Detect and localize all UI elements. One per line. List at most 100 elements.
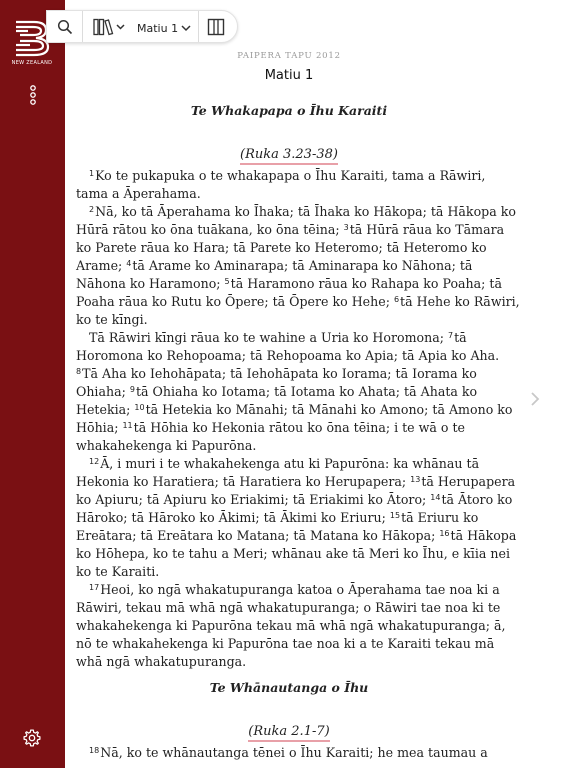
text-line: Ereātara; tā Ereātara ko Matana; tā Mata… [76,527,516,545]
verse-paragraph: 1Ko te pukapuka o te whakapapa o Īhu Kar… [76,167,502,203]
text-line: 2Nā, ko tā Āperahama ko Īhaka; tā Īhaka … [76,203,516,221]
verse-text: tā Ohiaha ko Iotama; tā Iotama ko Ahata;… [135,384,478,399]
verse-number[interactable]: 13 [410,475,420,484]
verse-paragraph: 17Heoi, ko ngā whakatupuranga katoa o Āp… [76,581,506,671]
verse-number[interactable]: 18 [89,746,99,755]
logo-text: NEW ZEALAND [11,60,53,66]
verse-text: Nā, ko te whānautanga tēnei o Īhu Karait… [100,745,488,760]
verse-paragraph: 2Nā, ko tā Āperahama ko Īhaka; tā Īhaka … [76,203,520,329]
search-icon[interactable] [57,19,73,35]
text-line: 12Ā, i muri i te whakahekenga atu ki Pap… [76,455,502,473]
text-line: Hōhia; 11tā Hōhia ko Hekonia rātou ko ōn… [76,419,502,437]
verse-number[interactable]: 10 [134,403,144,412]
text-line: whakahekenga ki Papurōna tekau mā whā ng… [76,618,506,633]
text-line: Hetekia; 10tā Hetekia ko Mānahi; tā Māna… [76,401,513,419]
verse-number[interactable]: 9 [130,385,135,394]
verse-number[interactable]: 5 [225,277,230,286]
text-line: 1Ko te pukapuka o te whakapapa o Īhu Kar… [76,167,502,185]
text-line: 17Heoi, ko ngā whakatupuranga katoa o Āp… [76,581,502,599]
edition-label: PAIPERA TAPU 2012 [237,51,341,61]
verse-number[interactable]: 2 [89,205,94,214]
verse-text: Nā, ko tā Āperahama ko Īhaka; tā Īhaka k… [95,204,516,219]
verse-number[interactable]: 16 [439,529,449,538]
verse-text: tā Hākopa [450,528,517,543]
verse-text: Hūrā rātou ko ōna tuākana, ko ōna tēina; [76,222,344,237]
chevron-down-icon [181,25,191,32]
text-line: tama a Āperahama. [76,186,201,201]
verse-number[interactable]: 15 [390,511,400,520]
verse-text: Poaha rāua ko Rutu ko Ōpere; tā Ōpere ko… [76,294,394,309]
verse-text: Hetekia; [76,402,135,417]
verse-text: Tā Aha ko Iehohāpata; tā Iehohāpata ko I… [82,366,477,381]
section-heading: Te Whakapapa o Īhu Karaiti [190,103,388,118]
text-line: ko Hōhepa, ko te tahu a Meri; whānau ake… [76,546,510,561]
cross-reference-link[interactable]: (Ruka 2.1-7) [248,724,330,742]
verse-number[interactable]: 6 [394,295,399,304]
cross-reference-line: (Ruka 2.1-7) [76,724,502,742]
verse-number[interactable]: 17 [89,583,99,592]
verse-text: Ereātara; tā Ereātara ko Matana; tā Mata… [76,528,440,543]
text-line: Hāroko; tā Hāroko ko Ākimi; tā Ākimi ko … [76,509,502,527]
settings-icon[interactable] [22,728,42,748]
verse-number[interactable]: 4 [126,259,131,268]
verse-text: tā Hōhia ko Hekonia rātou ko ōna tēina; … [133,420,466,435]
toolbar-divider [82,11,83,42]
verse-text: tā Haramono rāua ko Rahapa ko Poaha; tā [230,276,502,291]
verse-number[interactable]: 8 [76,367,81,376]
verse-text: tā Ātoro ko [441,492,513,507]
text-line: Rāwiri, tekau mā whā ngā whakatupuranga;… [76,600,501,615]
toolbar-divider [198,11,199,42]
text-line: Ohiaha; 9tā Ohiaha ko Iotama; tā Iotama … [76,383,502,401]
text-line: Horomona ko Rehopoama; tā Rehopoama ko A… [76,348,500,363]
verse-text: tā Arame ko Aminarapa; tā Aminarapa ko N… [132,258,473,273]
verse-number[interactable]: 1 [89,169,94,178]
sidebar: NEW ZEALAND [0,0,65,768]
verse-number[interactable]: 12 [89,457,99,466]
verse-text: Ā, i muri i te whakahekenga atu ki Papur… [100,456,480,471]
verse-text: Hōhia; [76,420,123,435]
verse-number[interactable]: 7 [448,331,453,340]
verse-text: tā Hūrā rāua ko Tāmara [349,222,505,237]
verse-text: Heoi, ko ngā whakatupuranga katoa o Āper… [100,582,500,597]
text-line: Tā Rāwiri kīngi rāua ko te wahine a Uria… [76,329,502,347]
chapter-title: Matiu 1 [264,68,314,83]
text-line: ko Parete rāua ko Hara; tā Parete ko Het… [76,240,487,255]
verse-text: tā Herupapera [421,474,516,489]
verse-number[interactable]: 14 [430,493,440,502]
text-line: nō te whakahekenga ki Papurōna tae noa k… [76,636,495,651]
verse-text: Arame; [76,258,127,273]
verse-text: tā Hehe ko Rāwiri, [400,294,520,309]
verse-text: Hekonia ko Haratiera; tā Haratiera ko He… [76,474,411,489]
verse-text: Ko te pukapuka o te whakapapa o Īhu Kara… [95,168,486,183]
book-chapter-selector[interactable]: Matiu 1 [137,19,191,37]
text-line: Arame; 4tā Arame ko Aminarapa; tā Aminar… [76,257,502,275]
verse-number[interactable]: 3 [344,223,349,232]
verse-number[interactable]: 11 [122,421,132,430]
verse-paragraph: 12Ā, i muri i te whakahekenga atu ki Pap… [76,455,516,581]
text-line: Hūrā rātou ko ōna tuākana, ko ōna tēina;… [76,221,505,239]
text-line: 8Tā Aha ko Iehohāpata; tā Iehohāpata ko … [76,365,502,383]
reader-toolbar: Matiu 1 [46,10,238,43]
cross-reference-line: (Ruka 3.23-38) [76,147,502,165]
next-chapter-chevron-icon[interactable] [528,389,542,409]
text-line: ko Apiuru; tā Apiuru ko Eriakimi; tā Eri… [76,491,512,509]
verse-text: Hāroko; tā Hāroko ko Ākimi; tā Ākimi ko … [76,510,390,525]
text-line: ko te Karaiti. [76,564,160,579]
text-line: Hekonia ko Haratiera; tā Haratiera ko He… [76,473,515,491]
more-vertical-icon[interactable] [26,84,40,106]
verse-paragraph: Tā Rāwiri kīngi rāua ko te wahine a Uria… [76,329,513,455]
book-chapter-label: Matiu 1 [137,21,179,35]
panels-icon[interactable] [207,18,225,36]
section-heading: Te Whānautanga o Īhu [209,680,369,695]
text-line: whakahekenga ki Papurōna. [76,438,257,453]
verse-text: Nāhona ko Haramono; [76,276,225,291]
verse-text: tā Hetekia ko Mānahi; tā Mānahi ko Amono… [145,402,513,417]
text-line: ko te kīngi. [76,312,148,327]
verse-paragraph: 18Nā, ko te whānautanga tēnei o Īhu Kara… [76,744,502,762]
verse-text: tā [454,330,467,345]
text-line: 18Nā, ko te whānautanga tēnei o Īhu Kara… [76,744,502,762]
library-icon [93,18,125,36]
library-button[interactable] [93,18,127,36]
cross-reference-link[interactable]: (Ruka 3.23-38) [240,147,338,165]
text-line: Nāhona ko Haramono; 5tā Haramono rāua ko… [76,275,502,293]
